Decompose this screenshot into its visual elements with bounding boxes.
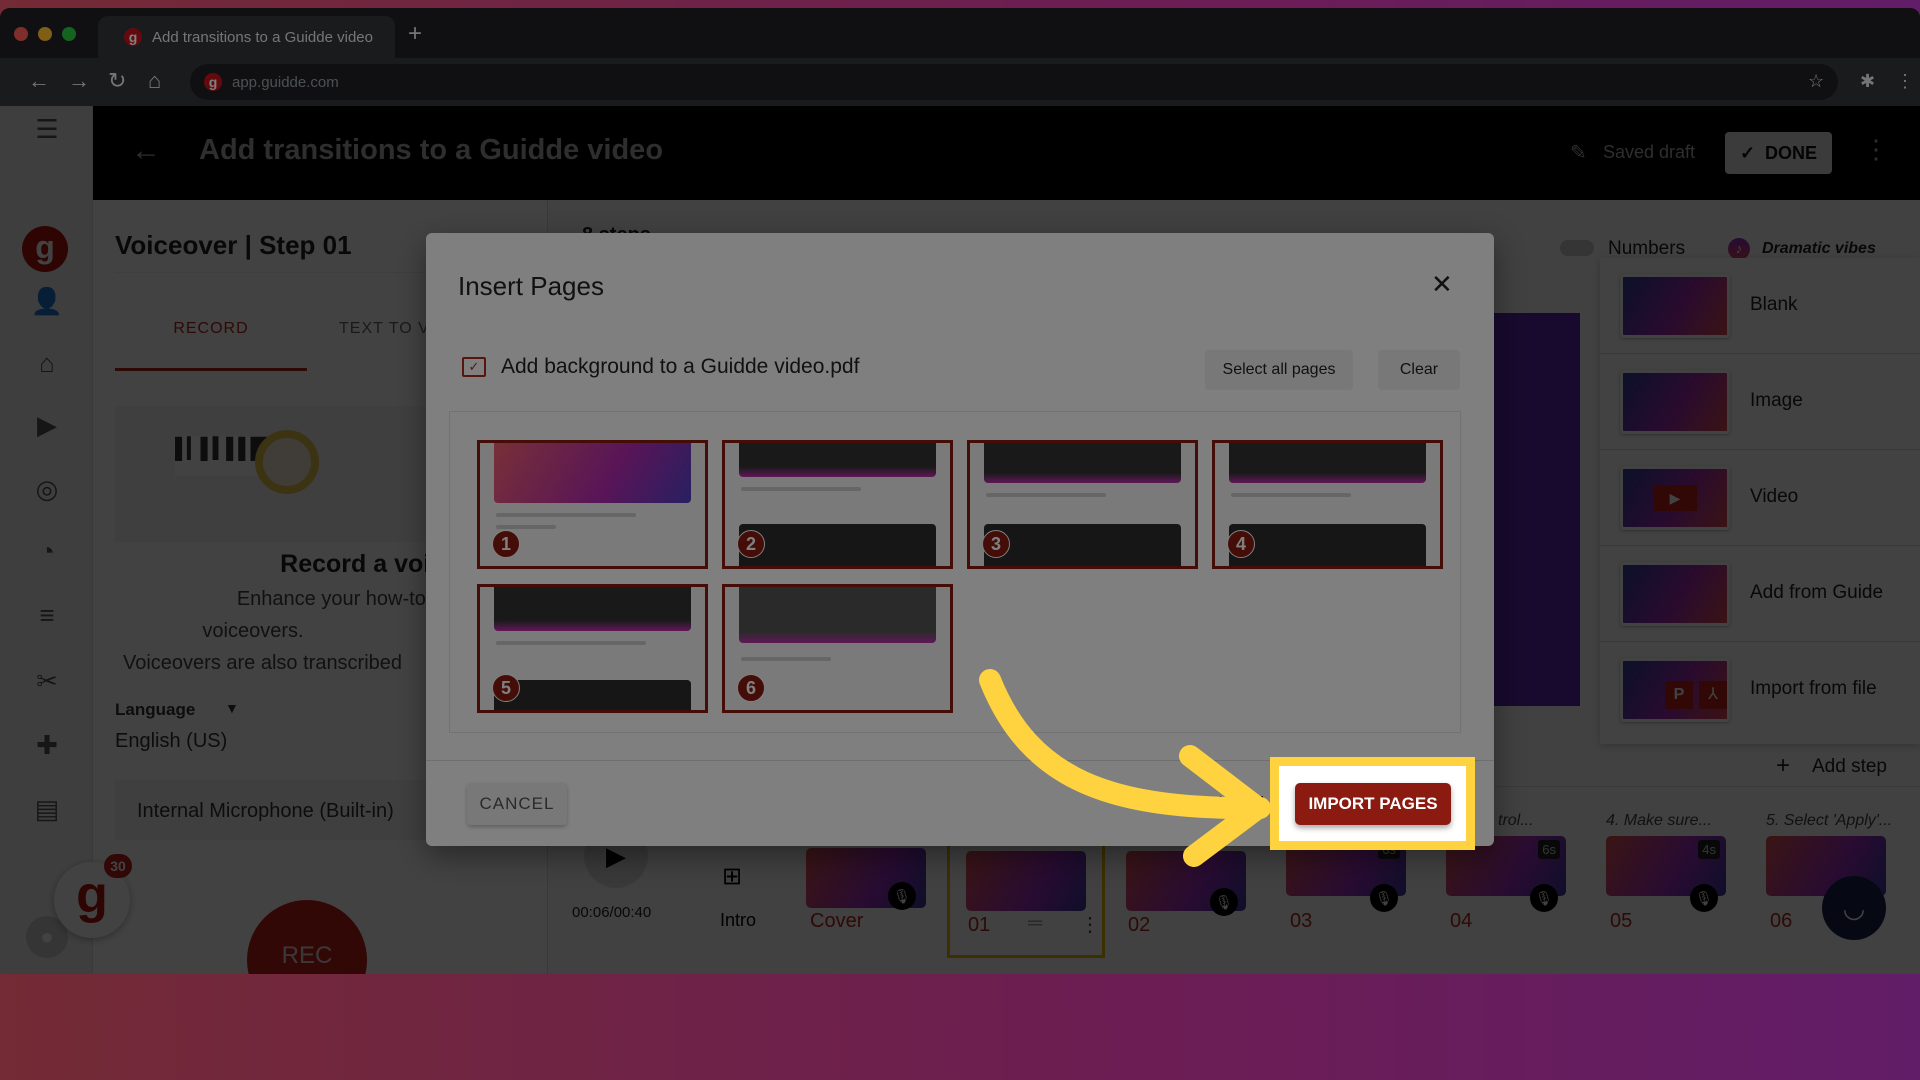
browser-menu-icon[interactable]: ⋮ xyxy=(1896,71,1914,92)
guidde-favicon-icon: g xyxy=(124,28,142,46)
tab-title: Add transitions to a Guidde video xyxy=(152,28,373,46)
back-icon[interactable]: ← xyxy=(28,68,50,94)
extensions-icon[interactable]: ✱ xyxy=(1860,71,1875,92)
close-icon[interactable]: ✕ xyxy=(1431,269,1453,300)
cancel-button[interactable]: CANCEL xyxy=(467,783,567,825)
page-thumbnail[interactable]: 6 xyxy=(722,584,953,713)
file-checkbox[interactable]: ✓ xyxy=(462,357,486,377)
url-field[interactable]: g app.guidde.com xyxy=(190,64,1838,100)
page-thumbnail[interactable]: 4 xyxy=(1212,440,1443,569)
forward-icon[interactable]: → xyxy=(68,68,90,94)
maximize-window-button[interactable] xyxy=(62,27,76,41)
home-icon[interactable]: ⌂ xyxy=(148,68,161,94)
dialog-title: Insert Pages xyxy=(458,271,604,301)
tab-bar: g Add transitions to a Guidde video + xyxy=(0,8,1920,58)
close-window-button[interactable] xyxy=(14,27,28,41)
pages-grid: 1 2 3 4 5 6 xyxy=(449,411,1461,733)
minimize-window-button[interactable] xyxy=(38,27,52,41)
select-all-pages-button[interactable]: Select all pages xyxy=(1205,350,1353,390)
page-thumbnail[interactable]: 1 xyxy=(477,440,708,569)
url-text: app.guidde.com xyxy=(232,73,339,91)
import-pages-button[interactable]: IMPORT PAGES xyxy=(1295,783,1451,825)
file-name: Add background to a Guidde video.pdf xyxy=(501,355,860,378)
clear-button[interactable]: Clear xyxy=(1378,350,1460,390)
page-thumbnail[interactable]: 3 xyxy=(967,440,1198,569)
bookmark-star-icon[interactable]: ☆ xyxy=(1808,71,1824,92)
guidde-favicon-icon: g xyxy=(204,73,222,91)
reload-icon[interactable]: ↻ xyxy=(108,68,126,94)
new-tab-button[interactable]: + xyxy=(408,20,422,48)
page-thumbnail[interactable]: 5 xyxy=(477,584,708,713)
pointer-arrow-icon xyxy=(979,669,1270,867)
page-thumbnail[interactable]: 2 xyxy=(722,440,953,569)
browser-tab[interactable]: g Add transitions to a Guidde video xyxy=(98,16,395,58)
address-bar-row: ← → ↻ ⌂ g app.guidde.com ☆ ✱ ⋮ xyxy=(0,58,1920,106)
